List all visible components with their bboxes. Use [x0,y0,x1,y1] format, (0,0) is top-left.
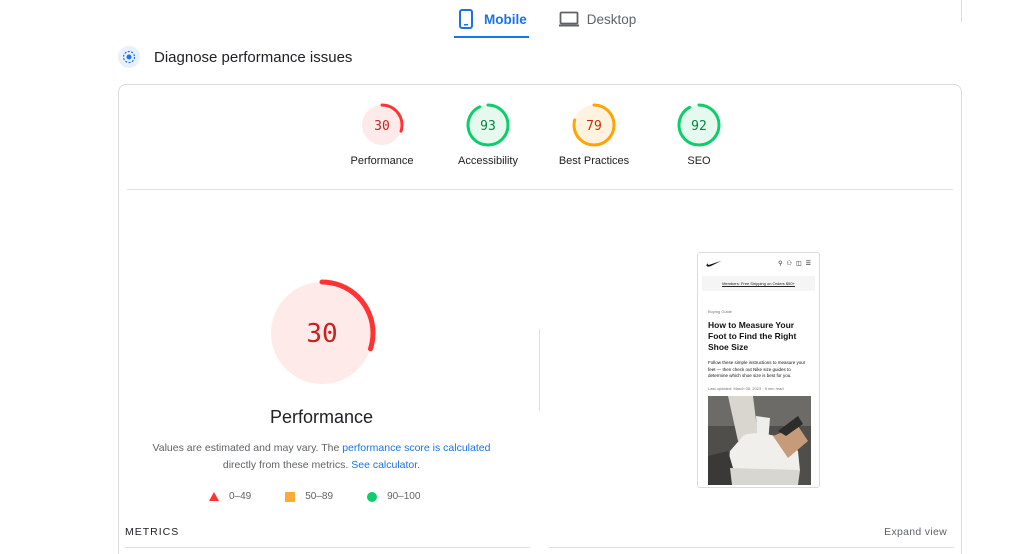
gauge-accessibility-value: 93 [480,119,496,134]
gauge-best-practices-label: Best Practices [558,155,630,167]
thumb-date: Last updated: March 08, 2023 · 9 min rea… [708,385,784,391]
gauge-performance-ring: 30 [360,103,404,147]
gauge-best-practices-value: 79 [586,119,602,134]
panel-divider [961,0,962,22]
content-divider [539,329,540,411]
score-gauges: 30 Performance 93 Accessibility 79 Best … [119,103,961,183]
note-text-2: directly from these metrics. [222,459,352,471]
gauge-accessibility-label: Accessibility [458,155,518,167]
gauge-seo-label: SEO [687,155,711,167]
tab-mobile-label: Mobile [484,11,527,27]
metrics-divider-left [125,547,530,548]
gauge-performance-value: 30 [374,119,390,134]
thumb-bag-icon: ◫ [795,260,802,267]
tab-mobile[interactable]: Mobile [454,0,529,38]
thumb-article-photo [708,396,811,485]
thumb-menu-icon: ☰ [805,260,811,267]
performance-note: Values are estimated and may vary. The p… [149,440,494,474]
device-tabs: Mobile Desktop [454,0,666,38]
section-title: Diagnose performance issues [154,48,353,66]
legend-average-label: 50–89 [305,491,334,502]
legend-pass-label: 90–100 [387,491,421,502]
gauge-best-practices-ring: 79 [572,103,616,147]
performance-gauge-large: 30 [268,279,376,387]
gauge-performance[interactable]: 30 Performance [322,103,442,167]
performance-title: Performance [269,407,374,427]
gauge-seo-value: 92 [691,119,707,134]
gauge-seo[interactable]: 92 SEO [639,103,759,167]
legend-fail-label: 0–49 [229,491,252,502]
see-calculator-link[interactable]: See calculator. [351,459,420,471]
thumb-banner: Members: Free Shipping on Orders $50+ [702,276,815,291]
legend-average: 50–89 [285,491,333,502]
score-legend: 0–49 50–89 90–100 [209,491,420,502]
average-square-icon [285,491,296,502]
score-calculated-link[interactable]: performance score is calculated [342,442,490,454]
thumb-nav: ⚲ ⚇ ◫ ☰ [698,253,819,273]
report-card: 30 Performance 93 Accessibility 79 Best … [118,84,962,554]
thumb-nav-icons: ⚲ ⚇ ◫ ☰ [778,260,811,267]
thumb-category: Buying Guide [708,309,733,314]
gauge-best-practices[interactable]: 79 Best Practices [534,103,654,167]
gauge-accessibility-ring: 93 [466,103,510,147]
fail-triangle-icon [209,492,219,501]
performance-score-large: 30 [306,319,337,349]
desktop-icon [558,9,579,29]
phone-icon [456,9,476,29]
gauges-divider [127,189,953,190]
section-header: Diagnose performance issues [118,46,352,68]
diagnose-icon [118,46,140,68]
thumb-body: Follow these simple instructions to meas… [708,360,806,378]
tab-desktop[interactable]: Desktop [557,0,639,38]
legend-pass: 90–100 [367,491,420,502]
tab-desktop-label: Desktop [586,11,637,27]
thumb-search-icon: ⚲ [778,260,783,267]
expand-view-button[interactable]: Expand view [884,526,947,538]
gauge-performance-label: Performance [350,155,414,167]
gauge-seo-ring: 92 [677,103,721,147]
thumb-user-icon: ⚇ [786,260,792,267]
pass-circle-icon [367,491,378,502]
swoosh-logo-icon [706,254,722,272]
note-text-1: Values are estimated and may vary. The [152,442,343,454]
gauge-accessibility[interactable]: 93 Accessibility [428,103,548,167]
legend-fail: 0–49 [209,491,251,502]
metrics-label: METRICS [125,526,180,538]
metrics-divider-right [549,547,954,548]
thumb-heading: How to Measure Your Foot to Find the Rig… [708,320,797,352]
page-screenshot: ⚲ ⚇ ◫ ☰ Members: Free Shipping on Orders… [697,252,820,488]
